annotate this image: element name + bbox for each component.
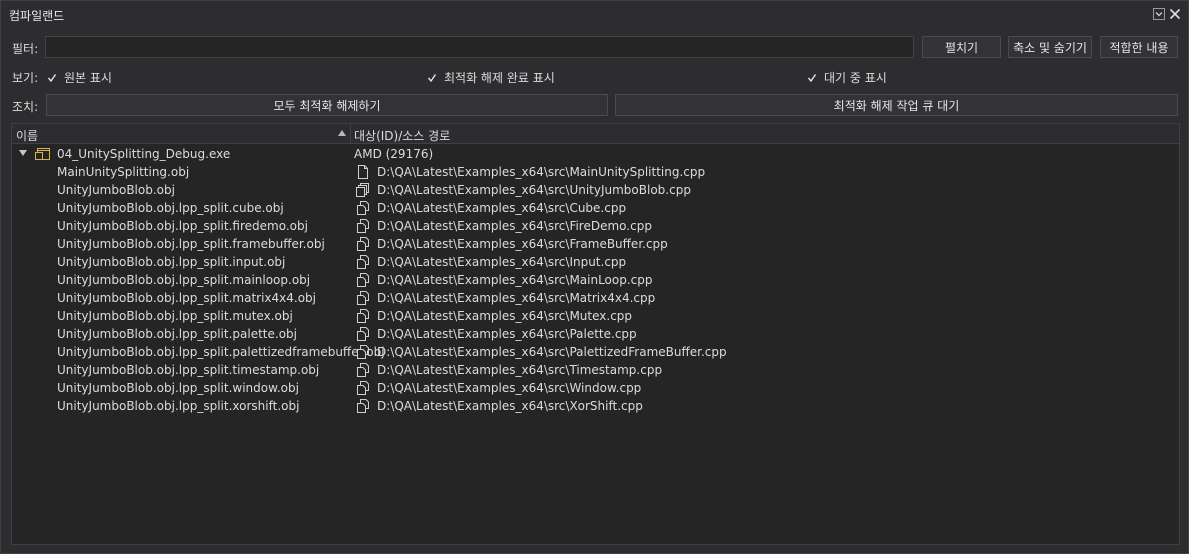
compiland-name: MainUnitySplitting.obj xyxy=(57,165,190,179)
source-path: D:\QA\Latest\Examples_x64\src\Mutex.cpp xyxy=(377,309,633,323)
tree-row[interactable]: UnityJumboBlob.obj.lpp_split.xorshift.ob… xyxy=(12,397,1179,415)
split-file-icon xyxy=(356,345,370,359)
filter-label: 필터: xyxy=(12,42,39,56)
fit-content-button[interactable]: 적합한 내용 xyxy=(1100,36,1178,58)
collapse-hide-button[interactable]: 축소 및 숨기기 xyxy=(1008,36,1092,58)
view-label: 보기: xyxy=(12,71,39,85)
tree-row[interactable]: UnityJumboBlob.obj.lpp_split.input.obj D:… xyxy=(12,253,1179,271)
split-file-icon xyxy=(356,327,370,341)
compiland-name: UnityJumboBlob.obj.lpp_split.cube.obj xyxy=(57,201,284,215)
deoptimize-all-button[interactable]: 모두 최적화 해제하기 xyxy=(46,94,608,116)
root-name: 04_UnitySplitting_Debug.exe xyxy=(57,147,231,161)
checkmark-icon xyxy=(47,73,57,82)
window-title: 컴파일랜드 xyxy=(9,9,65,23)
expand-button[interactable]: 펼치기 xyxy=(922,36,1001,58)
compiland-name: UnityJumboBlob.obj.lpp_split.matrix4x4.o… xyxy=(57,291,316,305)
queue-deoptimize-button[interactable]: 최적화 해제 작업 큐 대기 xyxy=(615,94,1178,116)
expand-arrow-icon[interactable] xyxy=(19,150,27,156)
show-deoptimized-checkbox[interactable]: 최적화 해제 완료 표시 xyxy=(426,69,555,86)
compiland-name: UnityJumboBlob.obj.lpp_split.palettizedf… xyxy=(57,345,385,359)
tree-row[interactable]: UnityJumboBlob.obj.lpp_split.framebuffer… xyxy=(12,235,1179,253)
tree-row[interactable]: UnityJumboBlob.obj.lpp_split.timestamp.o… xyxy=(12,361,1179,379)
split-file-icon xyxy=(356,291,370,305)
source-path: D:\QA\Latest\Examples_x64\src\Timestamp.… xyxy=(377,363,663,377)
compiland-name: UnityJumboBlob.obj.lpp_split.mutex.obj xyxy=(57,309,293,323)
split-file-icon xyxy=(356,273,370,287)
multi-file-icon xyxy=(356,183,370,197)
tree-row[interactable]: UnityJumboBlob.obj.lpp_split.matrix4x4.o… xyxy=(12,289,1179,307)
compiland-name: UnityJumboBlob.obj.lpp_split.timestamp.o… xyxy=(57,363,320,377)
column-divider[interactable] xyxy=(350,124,351,144)
split-file-icon xyxy=(356,219,370,233)
tree-row[interactable]: UnityJumboBlob.obj.lpp_split.palettizedf… xyxy=(12,343,1179,361)
exe-icon xyxy=(35,148,50,160)
compilands-window: 컴파일랜드 필터: 펼치기 축소 및 숨기기 적합한 내용 보기: 원본 표시 … xyxy=(0,0,1189,554)
source-path: D:\QA\Latest\Examples_x64\src\MainLoop.c… xyxy=(377,273,653,287)
show-deoptimized-label: 최적화 해제 완료 표시 xyxy=(444,71,555,85)
title-bar: 컴파일랜드 xyxy=(1,1,1188,27)
close-button[interactable] xyxy=(1167,6,1183,22)
chevron-down-icon xyxy=(1153,8,1165,20)
close-icon xyxy=(1169,8,1181,20)
split-file-icon xyxy=(356,237,370,251)
split-file-icon xyxy=(356,201,370,215)
compiland-name: UnityJumboBlob.obj.lpp_split.palette.obj xyxy=(57,327,297,341)
column-header: 이름 대상(ID)/소스 경로 xyxy=(12,124,1179,144)
tree-row[interactable]: UnityJumboBlob.obj.lpp_split.mainloop.ob… xyxy=(12,271,1179,289)
split-file-icon xyxy=(356,255,370,269)
root-target: AMD (29176) xyxy=(354,147,434,161)
column-name-header[interactable]: 이름 xyxy=(16,127,38,144)
show-pending-label: 대기 중 표시 xyxy=(824,71,887,85)
tree-root-row[interactable]: 04_UnitySplitting_Debug.exe AMD (29176) xyxy=(12,145,1179,163)
sort-ascending-icon xyxy=(338,130,346,136)
source-path: D:\QA\Latest\Examples_x64\src\Cube.cpp xyxy=(377,201,627,215)
compiland-name: UnityJumboBlob.obj.lpp_split.mainloop.ob… xyxy=(57,273,311,287)
checkmark-icon xyxy=(807,73,817,82)
split-file-icon xyxy=(356,399,370,413)
compilands-tree-panel: 이름 대상(ID)/소스 경로 04_UnitySplitting_Debug.… xyxy=(11,123,1180,545)
source-path: D:\QA\Latest\Examples_x64\src\Palettized… xyxy=(377,345,727,359)
compiland-name: UnityJumboBlob.obj.lpp_split.xorshift.ob… xyxy=(57,399,300,413)
compiland-name: UnityJumboBlob.obj xyxy=(57,183,175,197)
show-original-label: 원본 표시 xyxy=(64,71,112,85)
filter-input[interactable] xyxy=(45,36,914,58)
compiland-name: UnityJumboBlob.obj.lpp_split.input.obj xyxy=(57,255,286,269)
split-file-icon xyxy=(356,363,370,377)
source-path: D:\QA\Latest\Examples_x64\src\Window.cpp xyxy=(377,381,642,395)
tree-row[interactable]: UnityJumboBlob.obj D:\QA\Latest\Examples_… xyxy=(12,181,1179,199)
source-path: D:\QA\Latest\Examples_x64\src\Matrix4x4.… xyxy=(377,291,656,305)
tree-row[interactable]: UnityJumboBlob.obj.lpp_split.mutex.obj D:… xyxy=(12,307,1179,325)
column-target-header[interactable]: 대상(ID)/소스 경로 xyxy=(354,127,450,144)
show-original-checkbox[interactable]: 원본 표시 xyxy=(46,69,112,86)
source-path: D:\QA\Latest\Examples_x64\src\UnityJumbo… xyxy=(377,183,691,197)
source-path: D:\QA\Latest\Examples_x64\src\Palette.cp… xyxy=(377,327,637,341)
tree-row[interactable]: UnityJumboBlob.obj.lpp_split.firedemo.ob… xyxy=(12,217,1179,235)
source-path: D:\QA\Latest\Examples_x64\src\FrameBuffe… xyxy=(377,237,668,251)
source-path: D:\QA\Latest\Examples_x64\src\FireDemo.c… xyxy=(377,219,652,233)
show-pending-checkbox[interactable]: 대기 중 표시 xyxy=(806,69,887,86)
tree-row[interactable]: UnityJumboBlob.obj.lpp_split.cube.obj D:\… xyxy=(12,199,1179,217)
dropdown-chevron-button[interactable] xyxy=(1151,6,1167,22)
tree-row[interactable]: UnityJumboBlob.obj.lpp_split.palette.obj… xyxy=(12,325,1179,343)
source-path: D:\QA\Latest\Examples_x64\src\XorShift.c… xyxy=(377,399,643,413)
source-path: D:\QA\Latest\Examples_x64\src\MainUnityS… xyxy=(377,165,706,179)
compiland-name: UnityJumboBlob.obj.lpp_split.framebuffer… xyxy=(57,237,325,251)
tree-row[interactable]: MainUnitySplitting.obj D:\QA\Latest\Examp… xyxy=(12,163,1179,181)
compiland-name: UnityJumboBlob.obj.lpp_split.window.obj xyxy=(57,381,299,395)
file-icon xyxy=(356,165,370,179)
split-file-icon xyxy=(356,309,370,323)
tree-list: 04_UnitySplitting_Debug.exe AMD (29176) … xyxy=(12,145,1179,415)
checkmark-icon xyxy=(427,73,437,82)
tree-row[interactable]: UnityJumboBlob.obj.lpp_split.window.obj D… xyxy=(12,379,1179,397)
split-file-icon xyxy=(356,381,370,395)
compiland-name: UnityJumboBlob.obj.lpp_split.firedemo.ob… xyxy=(57,219,308,233)
source-path: D:\QA\Latest\Examples_x64\src\Input.cpp xyxy=(377,255,627,269)
actions-label: 조치: xyxy=(12,100,39,114)
